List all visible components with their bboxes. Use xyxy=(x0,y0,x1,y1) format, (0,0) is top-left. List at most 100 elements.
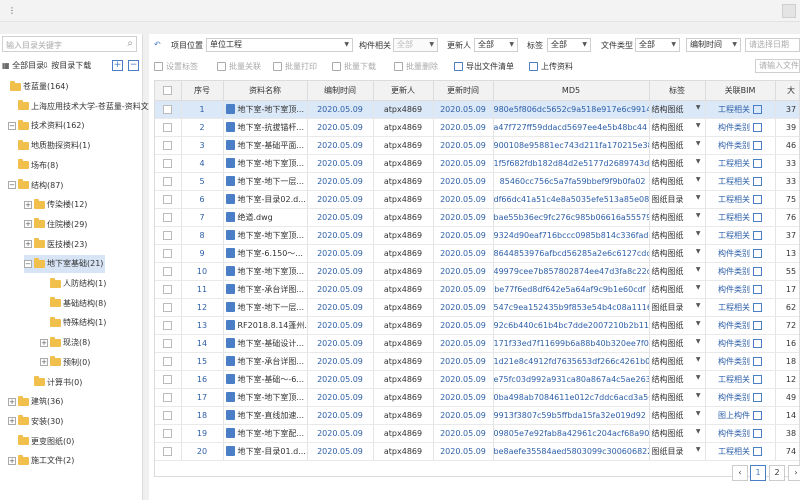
updater-select[interactable]: 全部 ▼ xyxy=(474,38,518,52)
tag-cell[interactable]: 结构图纸 ▼ xyxy=(649,172,706,191)
table-row[interactable]: 13 RF2018.8.14蓬州... 2020.05.09 atpx4869 2020… xyxy=(155,316,799,335)
copy-icon[interactable] xyxy=(753,212,762,222)
tree-node[interactable]: 特殊结构(1) xyxy=(40,314,106,332)
chevron-down-icon[interactable]: ▼ xyxy=(696,338,701,345)
file-name-cell[interactable]: 地下室-地下室配... xyxy=(223,424,308,443)
row-checkbox[interactable] xyxy=(163,284,173,294)
copy-icon[interactable] xyxy=(753,392,762,402)
component-select[interactable]: 全部 ▼ xyxy=(393,38,438,52)
chevron-down-icon[interactable]: ▼ xyxy=(696,248,701,255)
row-checkbox-cell[interactable] xyxy=(155,298,182,317)
row-checkbox-cell[interactable] xyxy=(155,190,182,209)
bim-link[interactable]: 工程相关 xyxy=(718,231,750,240)
collapse-icon[interactable]: − xyxy=(24,259,32,268)
set-tag-button[interactable]: 设置标签 xyxy=(154,61,198,72)
bim-cell[interactable]: 工程相关 xyxy=(705,226,776,245)
table-row[interactable]: 9 地下室-6.150～... 2020.05.09 atpx4869 2020.05.… xyxy=(155,244,799,263)
bim-link[interactable]: 构件类别 xyxy=(718,141,750,150)
tag-cell[interactable]: 结构图纸 ▼ xyxy=(649,280,706,299)
bim-link[interactable]: 构件类别 xyxy=(718,321,750,330)
file-name[interactable]: 地下室-地下室顶... xyxy=(238,231,305,240)
table-row[interactable]: 2 地下室-抗拔锚杆... 2020.05.09 atpx4869 2020.05.09… xyxy=(155,118,799,137)
location-select[interactable]: 单位工程 ▼ xyxy=(206,38,353,52)
bim-link[interactable]: 工程相关 xyxy=(718,213,750,222)
next-page-button[interactable]: › xyxy=(788,465,800,481)
chevron-down-icon[interactable]: ▼ xyxy=(696,212,701,219)
copy-icon[interactable] xyxy=(753,194,762,204)
row-checkbox[interactable] xyxy=(163,302,173,312)
tag-cell[interactable]: 结构图纸 ▼ xyxy=(649,208,706,227)
bim-link[interactable]: 工程相关 xyxy=(718,159,750,168)
row-checkbox[interactable] xyxy=(163,158,173,168)
row-checkbox[interactable] xyxy=(163,266,173,276)
bim-cell[interactable]: 构件类别 xyxy=(705,424,776,443)
tree-node[interactable]: + 传染楼(12) xyxy=(24,196,87,214)
copy-icon[interactable] xyxy=(753,410,762,420)
row-checkbox-cell[interactable] xyxy=(155,370,182,389)
table-row[interactable]: 18 地下室-直线加速... 2020.05.09 atpx4869 2020.05.0… xyxy=(155,406,799,425)
row-checkbox[interactable] xyxy=(163,230,173,240)
copy-icon[interactable] xyxy=(753,104,762,114)
tree-node[interactable]: − 结构(87) xyxy=(8,177,63,195)
bim-link[interactable]: 构件类别 xyxy=(718,393,750,402)
column-header[interactable]: 资料名称 xyxy=(223,81,308,101)
bim-link[interactable]: 图上构件 xyxy=(718,411,750,420)
chevron-down-icon[interactable]: ▼ xyxy=(696,122,701,129)
expand-icon[interactable]: + xyxy=(40,358,48,367)
bim-link[interactable]: 构件类别 xyxy=(718,267,750,276)
file-name-cell[interactable]: 地下室-地下一层... xyxy=(223,172,308,191)
tree-node[interactable]: + 医技楼(23) xyxy=(24,236,87,254)
file-name[interactable]: 地下室-地下室顶... xyxy=(238,267,305,276)
chevron-down-icon[interactable]: ▼ xyxy=(696,374,701,381)
tree-node[interactable]: + 安装(30) xyxy=(8,413,63,431)
page-1-button[interactable]: 1 xyxy=(750,465,766,481)
row-checkbox-cell[interactable] xyxy=(155,136,182,155)
table-row[interactable]: 10 地下室-地下室顶... 2020.05.09 atpx4869 2020.05.0… xyxy=(155,262,799,281)
tree-node[interactable]: − 地下室基础(21) xyxy=(24,255,106,274)
row-checkbox[interactable] xyxy=(163,212,173,222)
copy-icon[interactable] xyxy=(753,374,762,384)
copy-icon[interactable] xyxy=(753,320,762,330)
copy-icon[interactable] xyxy=(753,428,762,438)
all-dirs-button[interactable]: ▦ 全部目录 xyxy=(2,60,44,71)
chevron-down-icon[interactable]: ▼ xyxy=(696,284,701,291)
bim-cell[interactable]: 工程相关 xyxy=(705,100,776,119)
expand-icon[interactable]: + xyxy=(8,456,16,465)
bim-cell[interactable]: 工程相关 xyxy=(705,172,776,191)
expand-icon[interactable]: + xyxy=(24,200,32,209)
tag-cell[interactable]: 结构图纸 ▼ xyxy=(649,334,706,353)
copy-icon[interactable] xyxy=(753,302,762,312)
file-name[interactable]: 地下室-地下一层... xyxy=(238,303,305,312)
expand-icon[interactable]: + xyxy=(24,240,32,249)
row-checkbox-cell[interactable] xyxy=(155,208,182,227)
chevron-down-icon[interactable]: ▼ xyxy=(696,140,701,147)
copy-icon[interactable] xyxy=(753,140,762,150)
tree-node[interactable]: + 施工文件(2) xyxy=(8,452,74,470)
file-name-cell[interactable]: 地下室-地下一层... xyxy=(223,298,308,317)
bim-cell[interactable]: 构件类别 xyxy=(705,334,776,353)
bim-cell[interactable]: 工程相关 xyxy=(705,208,776,227)
file-name[interactable]: 地下室-承台详图... xyxy=(238,285,305,294)
file-name-cell[interactable]: 地下室-地下室顶... xyxy=(223,262,308,281)
table-row[interactable]: 1 地下室-地下室顶... 2020.05.09 atpx4869 2020.05.09… xyxy=(155,100,799,119)
file-name[interactable]: 地下室-直线加速... xyxy=(238,411,305,420)
chevron-down-icon[interactable]: ▼ xyxy=(696,194,701,201)
file-name[interactable]: 地下室-地下一层... xyxy=(238,177,305,186)
collapse-icon[interactable]: − xyxy=(8,181,16,189)
date-input[interactable]: 请选择日期 xyxy=(745,38,800,52)
chevron-down-icon[interactable]: ▼ xyxy=(696,176,701,183)
row-checkbox-cell[interactable] xyxy=(155,280,182,299)
tree-node[interactable]: + 预制(0) xyxy=(40,354,90,372)
tree-node[interactable]: 计算书(0) xyxy=(24,374,82,392)
bim-link[interactable]: 构件类别 xyxy=(718,429,750,438)
batch-delete-button[interactable]: 批量删除 xyxy=(394,61,438,72)
tag-cell[interactable]: 结构图纸 ▼ xyxy=(649,100,706,119)
table-row[interactable]: 11 地下室-承台详图... 2020.05.09 atpx4869 2020.05.0… xyxy=(155,280,799,299)
row-checkbox[interactable] xyxy=(163,356,173,366)
table-row[interactable]: 4 地下室-地下室顶... 2020.05.09 atpx4869 2020.05.09… xyxy=(155,154,799,173)
tag-cell[interactable]: 结构图纸 ▼ xyxy=(649,118,706,137)
table-row[interactable]: 15 地下室-承台详图... 2020.05.09 atpx4869 2020.05.0… xyxy=(155,352,799,371)
bim-cell[interactable]: 工程相关 xyxy=(705,298,776,317)
copy-icon[interactable] xyxy=(753,248,762,258)
bim-cell[interactable]: 构件类别 xyxy=(705,352,776,371)
